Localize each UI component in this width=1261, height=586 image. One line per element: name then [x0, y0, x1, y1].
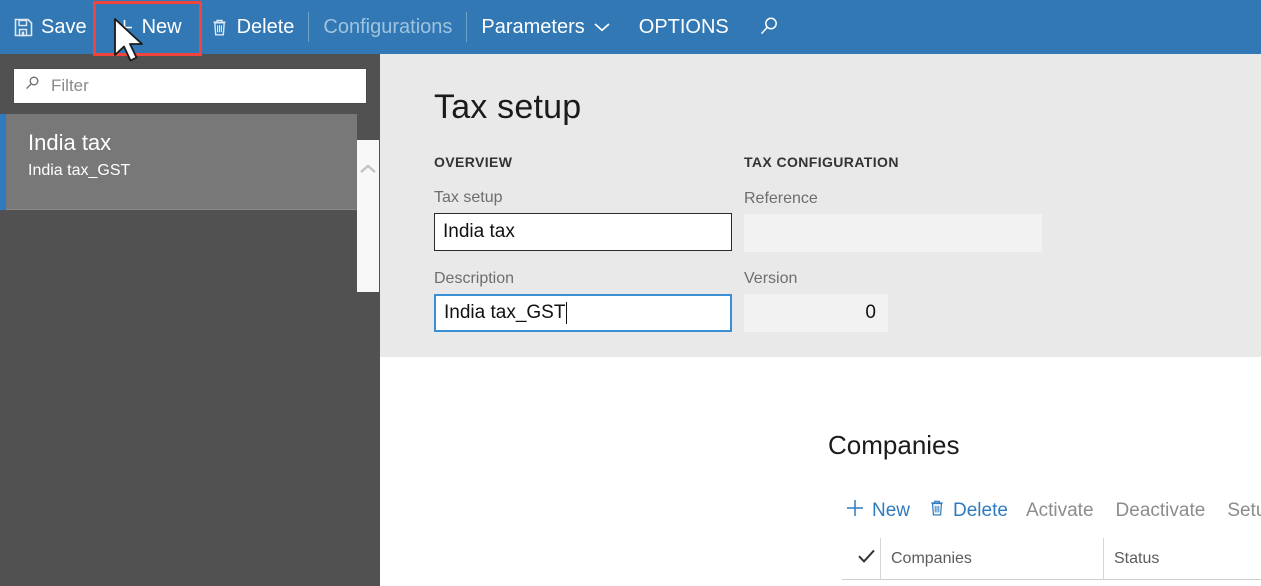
- tax-setup-input[interactable]: India tax: [434, 213, 732, 251]
- field-label-reference: Reference: [744, 190, 818, 207]
- companies-deactivate-label: Deactivate: [1115, 500, 1206, 521]
- search-icon: [757, 15, 781, 39]
- list-item-subtitle: India tax_GST: [28, 162, 131, 179]
- version-value: 0: [865, 302, 876, 323]
- tax-setup-value: India tax: [443, 221, 515, 242]
- companies-new-button[interactable]: New: [845, 498, 928, 524]
- plus-icon: [115, 18, 134, 37]
- app-window: Save New Delete Configurations Parameter…: [0, 0, 1261, 586]
- field-label-version: Version: [744, 270, 798, 287]
- companies-new-label: New: [872, 500, 911, 521]
- filter-placeholder: Filter: [51, 76, 89, 95]
- text-caret: [566, 302, 568, 324]
- parameters-menu-button[interactable]: Parameters: [467, 0, 624, 54]
- search-icon: [24, 75, 41, 97]
- save-button[interactable]: Save: [0, 0, 101, 54]
- left-sidebar: Filter India tax India tax_GST: [0, 54, 380, 586]
- companies-title: Companies: [828, 430, 960, 460]
- configurations-label: Configurations: [323, 15, 453, 38]
- top-command-bar: Save New Delete Configurations Parameter…: [0, 0, 1261, 54]
- companies-delete-label: Delete: [953, 500, 1008, 521]
- companies-deactivate-button: Deactivate: [1116, 500, 1228, 522]
- column-header-status[interactable]: Status: [1103, 538, 1261, 579]
- main-content: Tax setup OVERVIEW TAX CONFIGURATION Tax…: [380, 54, 1261, 586]
- new-button-highlight-underline: [93, 53, 202, 56]
- parameters-label: Parameters: [481, 15, 585, 38]
- reference-input[interactable]: [744, 214, 1042, 252]
- companies-activate-label: Activate: [1025, 500, 1094, 521]
- companies-activate-button: Activate: [1026, 500, 1116, 522]
- companies-delete-button[interactable]: Delete: [928, 499, 1026, 523]
- column-header-companies[interactable]: Companies: [880, 538, 1103, 579]
- description-value: India tax_GST: [444, 302, 566, 323]
- companies-setup-label: Setup: [1227, 500, 1261, 521]
- checkmark-icon: [857, 548, 876, 569]
- field-reference: Reference: [744, 190, 1042, 252]
- field-label-description: Description: [434, 270, 515, 287]
- new-label: New: [141, 15, 182, 38]
- companies-grid-header: Companies Status: [842, 538, 1261, 580]
- list-scrollbar[interactable]: [357, 140, 379, 292]
- configurations-button: Configurations: [309, 0, 466, 54]
- field-version: Version 0: [744, 270, 888, 332]
- save-floppy-icon: [14, 18, 33, 37]
- search-button[interactable]: [743, 0, 795, 54]
- list-item-title: India tax: [28, 130, 112, 155]
- select-all-checkbox[interactable]: [842, 538, 880, 579]
- chevron-down-icon: [593, 21, 611, 33]
- selection-accent-bar: [0, 114, 6, 210]
- delete-label: Delete: [236, 15, 295, 38]
- filter-area: Filter: [0, 54, 380, 114]
- options-button[interactable]: OPTIONS: [625, 0, 743, 54]
- section-heading-overview: OVERVIEW: [434, 154, 513, 170]
- page-title: Tax setup: [434, 88, 582, 126]
- field-tax-setup: Tax setup India tax: [434, 189, 732, 251]
- delete-button[interactable]: Delete: [196, 0, 309, 54]
- version-input[interactable]: 0: [744, 294, 888, 332]
- description-input[interactable]: India tax_GST: [434, 294, 732, 332]
- companies-card: Companies New Delete Activate Deactivate…: [815, 412, 1261, 586]
- plus-icon: [845, 498, 865, 524]
- trash-icon: [928, 499, 946, 523]
- companies-setup-button: Setup: [1227, 500, 1261, 522]
- companies-toolbar: New Delete Activate Deactivate Set: [845, 498, 1261, 524]
- form-section: Tax setup OVERVIEW TAX CONFIGURATION Tax…: [380, 54, 1261, 357]
- chevron-up-icon[interactable]: [359, 162, 377, 180]
- list-item[interactable]: India tax India tax_GST: [0, 114, 357, 210]
- filter-input[interactable]: Filter: [13, 68, 367, 104]
- field-description: Description India tax_GST: [434, 270, 732, 332]
- new-button[interactable]: New: [101, 0, 196, 54]
- options-label: OPTIONS: [638, 15, 729, 38]
- field-label-tax-setup: Tax setup: [434, 189, 503, 206]
- section-heading-tax-configuration: TAX CONFIGURATION: [744, 154, 899, 170]
- save-label: Save: [41, 15, 87, 38]
- trash-icon: [210, 18, 229, 37]
